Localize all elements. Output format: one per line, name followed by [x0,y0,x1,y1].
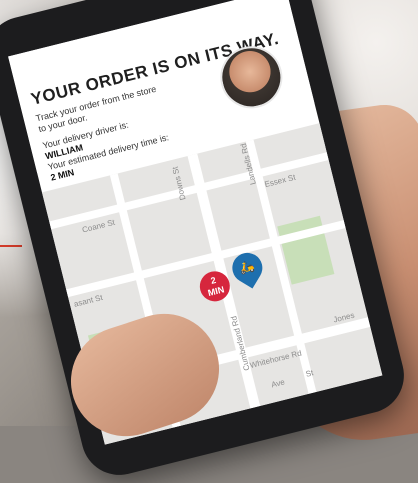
street-label: St [304,368,315,379]
street-label: asant St [72,292,104,309]
street-label: Cumberland Rd [229,315,252,372]
street-label: Essex St [263,172,297,190]
red-guide-line [0,245,22,247]
street-label: Ave [270,377,286,390]
